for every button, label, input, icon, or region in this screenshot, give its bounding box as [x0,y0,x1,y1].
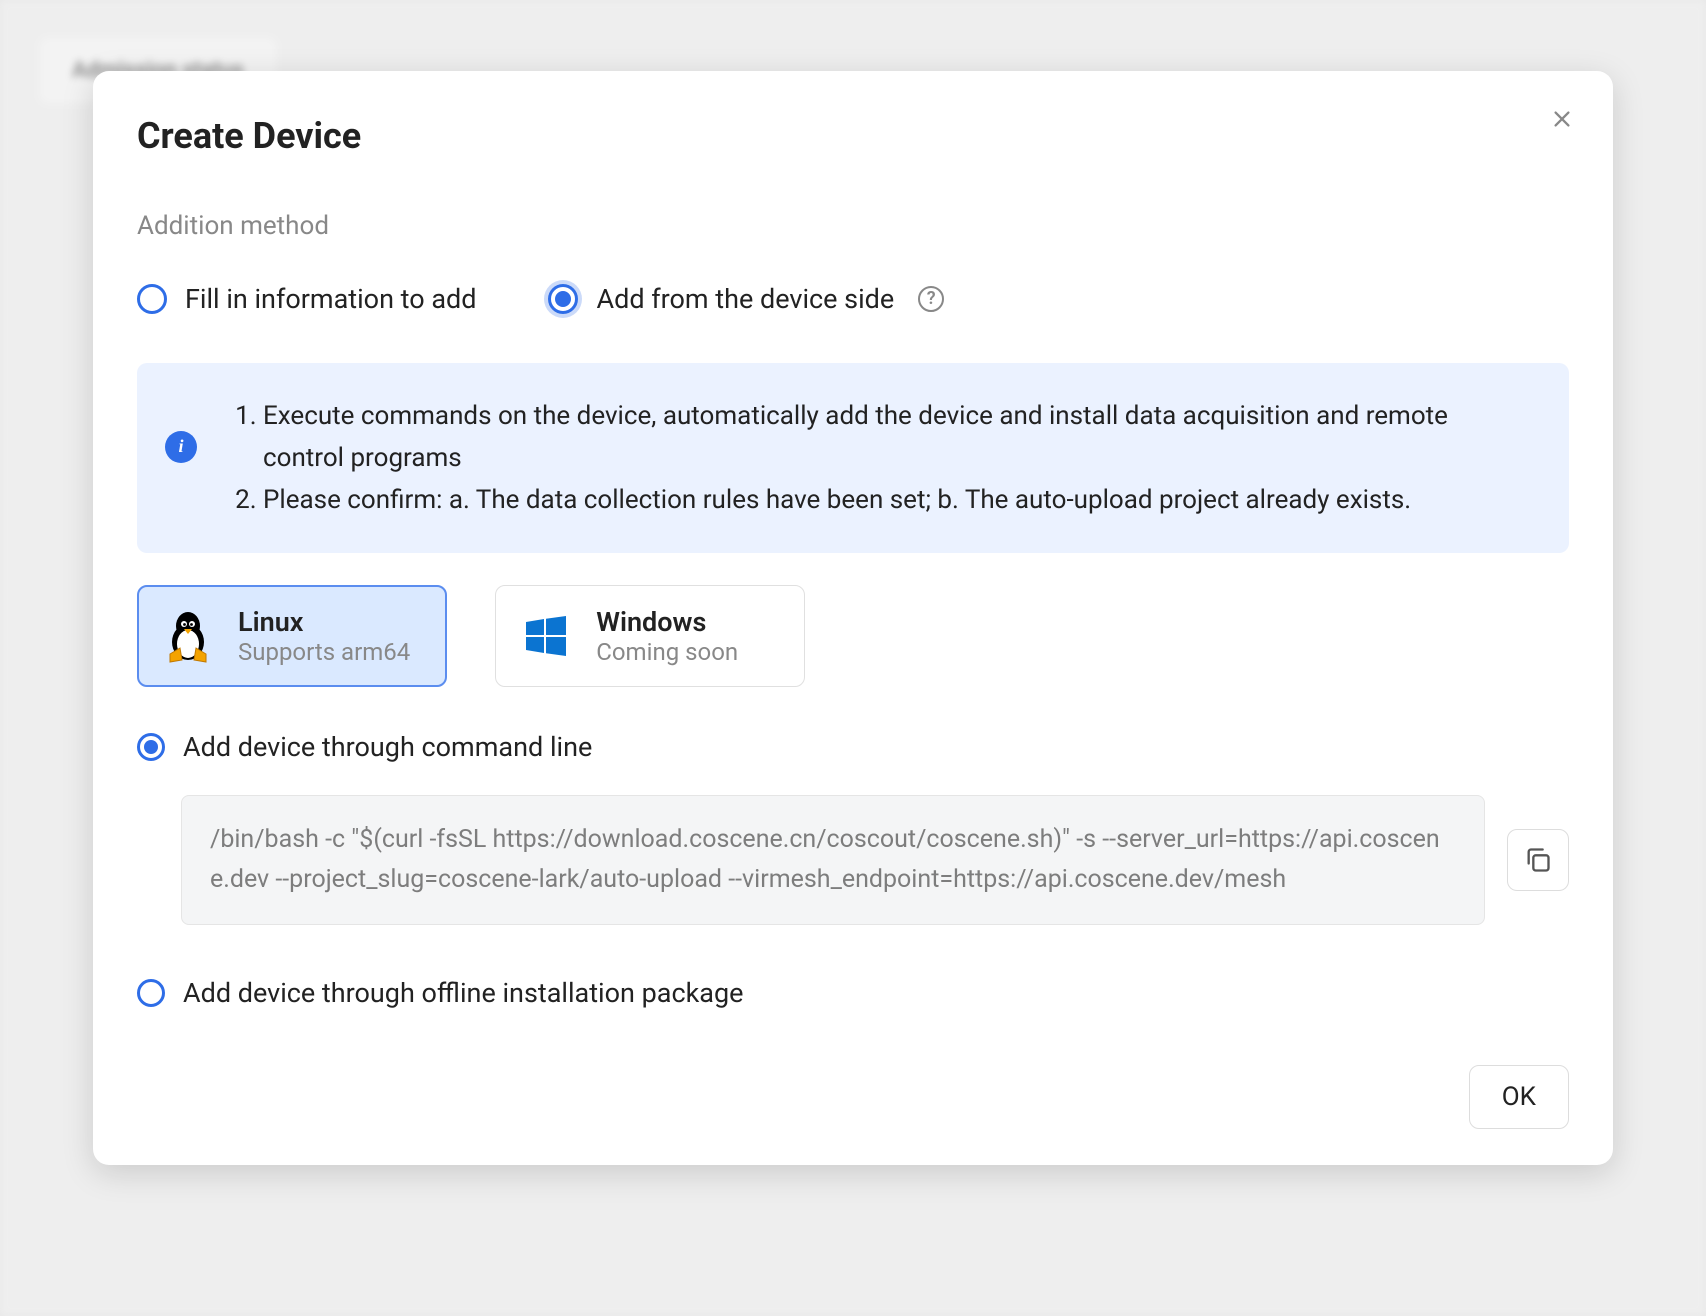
info-item-1: Execute commands on the device, automati… [263,395,1533,479]
os-cards: Linux Supports arm64 Windows Coming soon [137,585,1569,687]
create-device-modal: Create Device Addition method Fill in in… [93,71,1613,1165]
radio-device-side[interactable]: Add from the device side ? [548,283,944,315]
linux-icon [162,610,214,662]
os-title: Linux [238,606,410,638]
os-subtitle: Coming soon [596,638,738,666]
radio-method-offline[interactable]: Add device through offline installation … [137,977,1569,1009]
radio-fill-info[interactable]: Fill in information to add [137,283,476,315]
info-list: Execute commands on the device, automati… [225,395,1533,521]
modal-overlay: Create Device Addition method Fill in in… [0,0,1706,1316]
addition-method-label: Addition method [137,211,1569,241]
close-icon [1551,108,1573,130]
radio-label: Add device through command line [183,731,592,763]
command-row: /bin/bash -c "$(curl -fsSL https://downl… [137,795,1569,925]
radio-icon [137,979,165,1007]
close-button[interactable] [1547,103,1577,139]
radio-label: Fill in information to add [185,283,476,315]
copy-button[interactable] [1507,829,1569,891]
radio-method-cmd[interactable]: Add device through command line [137,731,1569,763]
radio-label: Add from the device side [596,283,894,315]
radio-icon [137,733,165,761]
radio-label: Add device through offline installation … [183,977,743,1009]
radio-icon [548,284,578,314]
modal-title: Create Device [137,115,1569,157]
windows-icon [520,610,572,662]
info-banner: i Execute commands on the device, automa… [137,363,1569,553]
info-icon: i [165,431,197,463]
os-subtitle: Supports arm64 [238,638,410,666]
addition-method-radios: Fill in information to add Add from the … [137,283,1569,315]
os-title: Windows [596,606,738,638]
radio-icon [137,284,167,314]
os-card-linux[interactable]: Linux Supports arm64 [137,585,447,687]
info-item-2: Please confirm: a. The data collection r… [263,479,1533,521]
modal-footer: OK [137,1065,1569,1129]
os-card-windows[interactable]: Windows Coming soon [495,585,805,687]
command-text[interactable]: /bin/bash -c "$(curl -fsSL https://downl… [181,795,1485,925]
ok-button[interactable]: OK [1469,1065,1569,1129]
copy-icon [1524,846,1552,874]
help-icon[interactable]: ? [918,286,944,312]
